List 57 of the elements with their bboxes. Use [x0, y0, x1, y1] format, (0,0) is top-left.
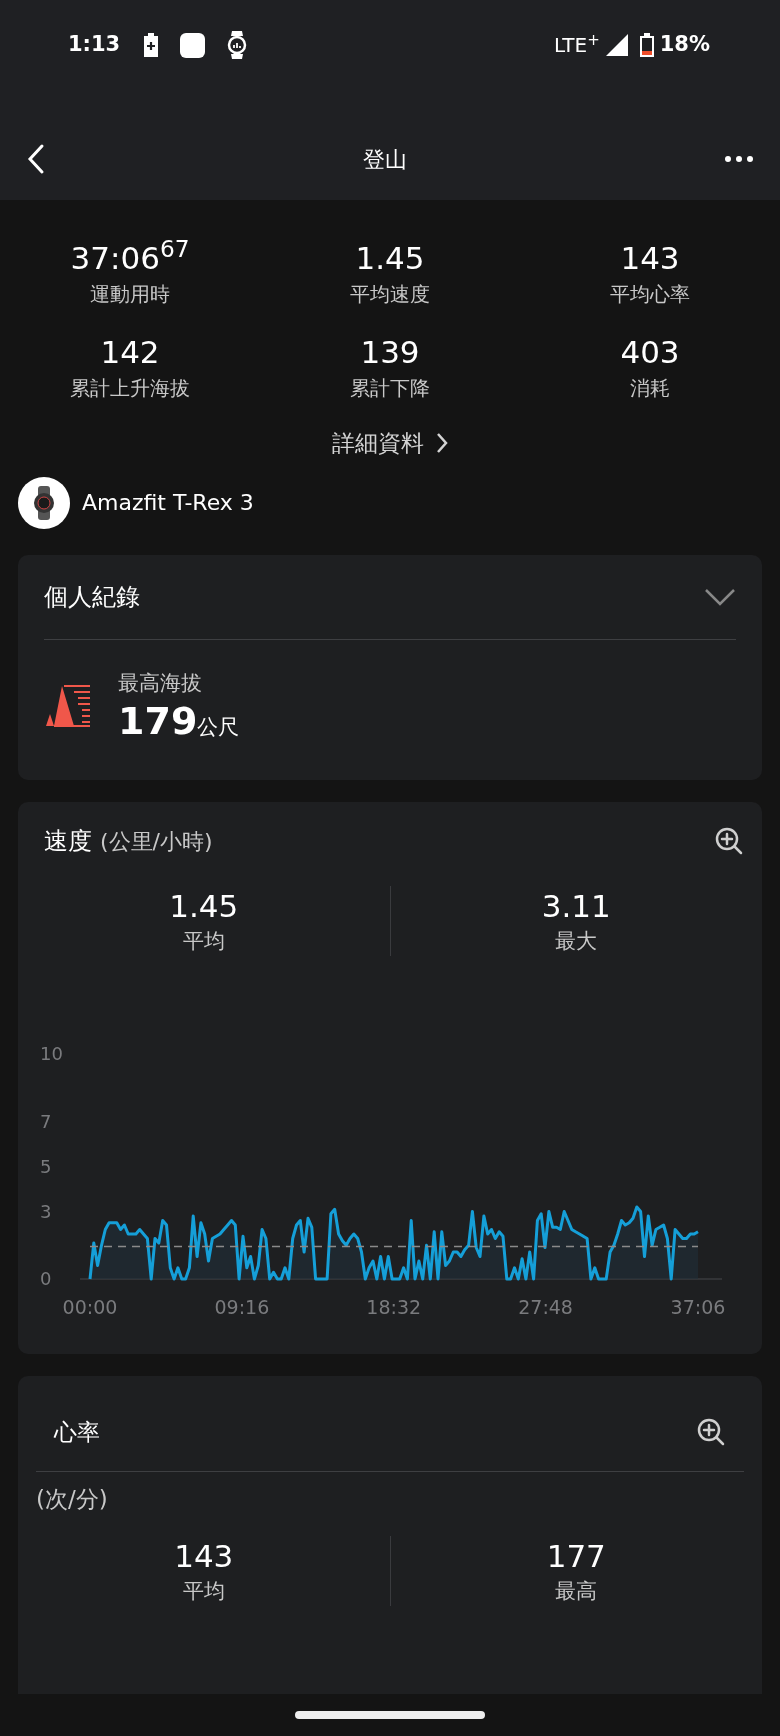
altitude-icon	[44, 683, 92, 728]
summary-label: 累計下降	[350, 375, 430, 402]
page-title: 登山	[363, 145, 407, 174]
summary-label: 運動用時	[90, 281, 170, 308]
stat-value: 1.45	[169, 886, 239, 926]
record-unit: 公尺	[197, 714, 240, 741]
zoom-in-icon[interactable]	[696, 1417, 726, 1447]
card-title: 心率	[54, 1417, 100, 1447]
watch-icon	[227, 31, 248, 59]
axis-tick-label: 3	[40, 1200, 52, 1221]
stat-label: 最大	[555, 927, 598, 955]
axis-tick-label: 0	[40, 1267, 52, 1289]
summary-label: 累計上升海拔	[70, 375, 190, 402]
summary-label: 平均心率	[610, 281, 690, 308]
axis-tick-label: 10	[40, 1042, 63, 1064]
details-link[interactable]: 詳細資料	[332, 426, 448, 461]
unit-label: (次/分)	[36, 1485, 108, 1512]
summary-value: 139	[360, 333, 420, 372]
device-name: Amazfit T-Rex 3	[82, 489, 254, 517]
stat-value: 143	[174, 1537, 234, 1576]
record-value: 179	[118, 697, 198, 744]
stat-value: 177	[546, 1537, 606, 1576]
summary-value: 403	[620, 333, 680, 372]
network-type: LTE$^{+}$	[553, 30, 600, 59]
watch-icon	[33, 485, 55, 520]
record-label: 最高海拔	[118, 669, 203, 697]
app-notification-icon	[180, 32, 206, 58]
stat-value: 3.11	[541, 886, 611, 926]
stat-label: 最高	[555, 1578, 598, 1605]
chevron-down-icon[interactable]	[704, 587, 736, 606]
stat-label: 平均	[182, 927, 225, 955]
battery-charging-icon	[144, 33, 159, 57]
summary-label: 消耗	[630, 375, 670, 402]
summary-label: 平均速度	[350, 281, 430, 308]
axis-tick-label: 18:32	[366, 1295, 422, 1318]
signal-icon	[605, 34, 628, 56]
axis-tick-label: 7	[40, 1110, 52, 1131]
status-time: 1:13	[68, 31, 121, 59]
axis-tick-label: 00:00	[62, 1295, 118, 1318]
stat-label: 平均	[182, 1578, 225, 1605]
summary-value: 37:06$^{67}$	[70, 238, 190, 278]
axis-tick-label: 37:06	[670, 1295, 726, 1318]
unit-label: (公里/小時)	[100, 827, 213, 856]
axis-tick-label: 09:16	[214, 1295, 270, 1318]
summary-value: 143	[620, 239, 680, 278]
card-title: 速度	[44, 825, 92, 857]
summary-value: 142	[100, 333, 160, 372]
zoom-in-icon[interactable]	[714, 825, 744, 856]
card-title: 個人紀錄	[44, 581, 140, 613]
axis-tick-label: 27:48	[518, 1295, 573, 1318]
more-icon[interactable]	[724, 155, 754, 163]
back-icon[interactable]	[26, 143, 46, 175]
axis-tick-label: 5	[40, 1155, 52, 1176]
summary-value: 1.45	[355, 239, 425, 278]
battery-percent: 18%	[659, 31, 710, 59]
battery-icon	[639, 33, 654, 57]
chevron-right-icon	[436, 432, 448, 455]
